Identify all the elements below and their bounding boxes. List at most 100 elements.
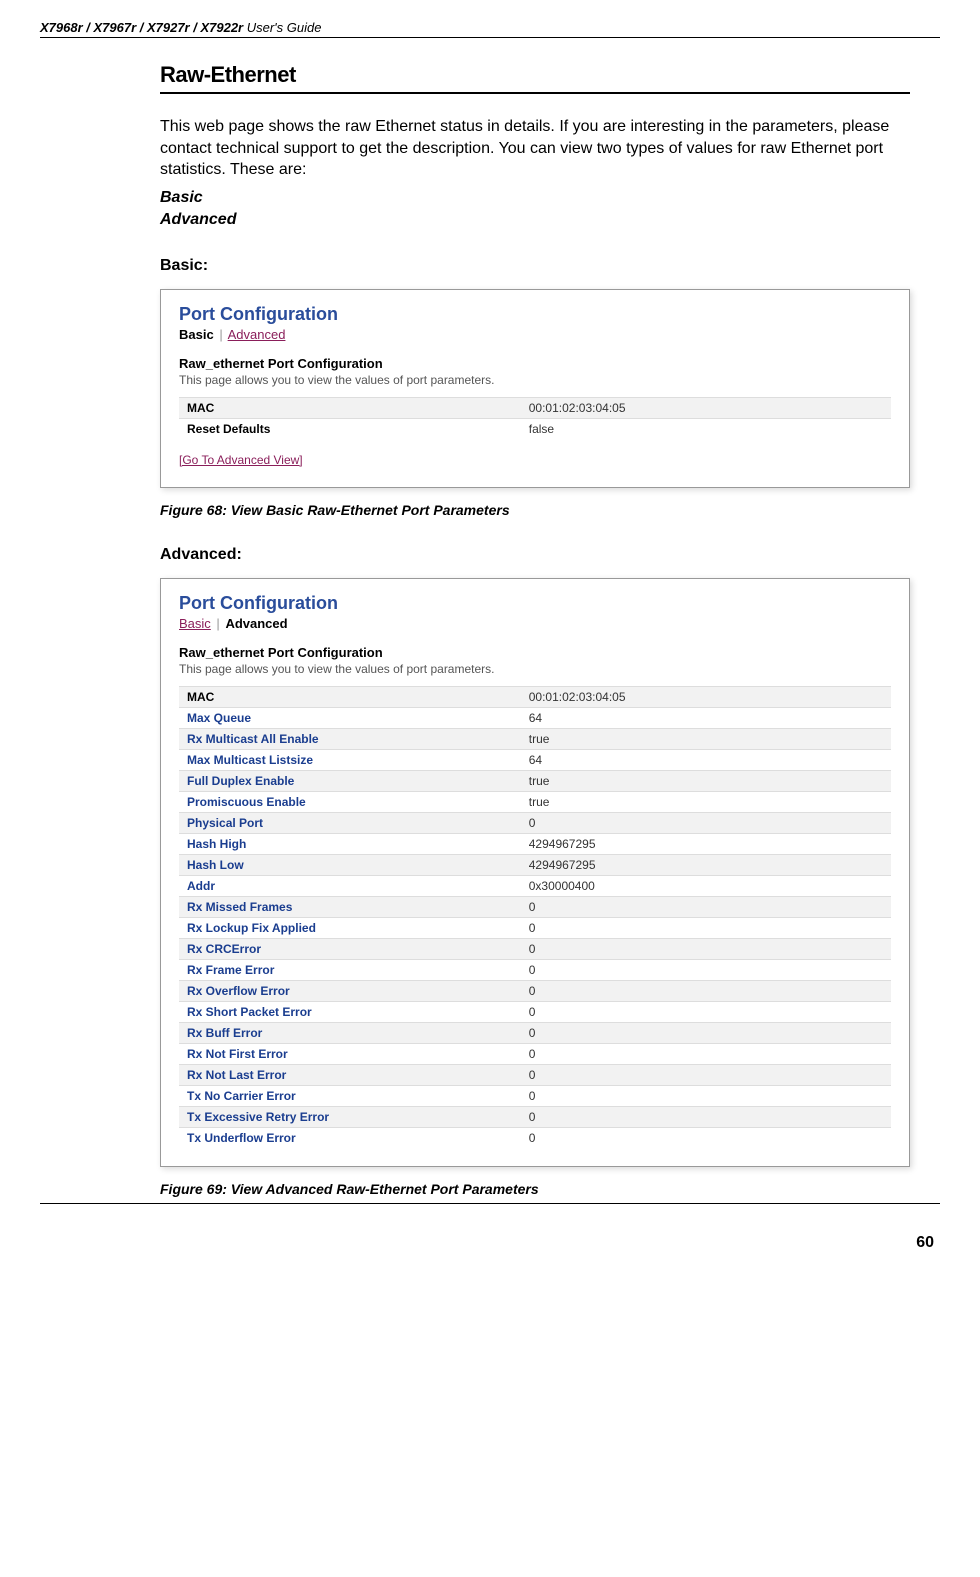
param-label: Addr	[179, 875, 521, 896]
advanced-screenshot: Port Configuration Basic | Advanced Raw_…	[160, 578, 910, 1167]
basic-screenshot: Port Configuration Basic | Advanced Raw_…	[160, 289, 910, 488]
table-row: Rx Not Last Error0	[179, 1064, 891, 1085]
param-label: Rx Buff Error	[179, 1022, 521, 1043]
table-row: Hash High4294967295	[179, 833, 891, 854]
tab-separator-2: |	[216, 616, 219, 631]
tab-advanced-active[interactable]: Advanced	[225, 616, 287, 631]
param-label: Max Queue	[179, 707, 521, 728]
param-label: Hash High	[179, 833, 521, 854]
section-title: Raw-Ethernet	[160, 62, 910, 94]
param-value: 00:01:02:03:04:05	[521, 397, 891, 418]
figure-69-caption: Figure 69: View Advanced Raw-Ethernet Po…	[160, 1181, 910, 1197]
type-basic: Basic	[160, 189, 910, 207]
table-row: Rx CRCError0	[179, 938, 891, 959]
table-row: Rx Multicast All Enabletrue	[179, 728, 891, 749]
table-row: Hash Low4294967295	[179, 854, 891, 875]
param-label: Reset Defaults	[179, 418, 521, 439]
param-value: 0	[521, 1064, 891, 1085]
advanced-tabs: Basic | Advanced	[179, 616, 891, 631]
param-value: 0	[521, 1106, 891, 1127]
advanced-port-config-title: Port Configuration	[179, 593, 891, 614]
param-label: Physical Port	[179, 812, 521, 833]
param-label: Tx Underflow Error	[179, 1127, 521, 1148]
param-value: 0	[521, 896, 891, 917]
table-row: Tx Underflow Error0	[179, 1127, 891, 1148]
table-row: Rx Buff Error0	[179, 1022, 891, 1043]
basic-tabs: Basic | Advanced	[179, 327, 891, 342]
param-value: 64	[521, 749, 891, 770]
goto-advanced-link[interactable]: [Go To Advanced View]	[179, 453, 303, 467]
type-advanced: Advanced	[160, 211, 910, 229]
param-value: 4294967295	[521, 833, 891, 854]
advanced-sub-title: Raw_ethernet Port Configuration	[179, 645, 891, 660]
param-label: Promiscuous Enable	[179, 791, 521, 812]
param-label: Hash Low	[179, 854, 521, 875]
param-label: MAC	[179, 686, 521, 707]
header-models: X7968r / X7967r / X7927r / X7922r	[40, 20, 243, 35]
param-value: true	[521, 770, 891, 791]
param-label: Rx CRCError	[179, 938, 521, 959]
table-row: Addr0x30000400	[179, 875, 891, 896]
param-value: 00:01:02:03:04:05	[521, 686, 891, 707]
advanced-heading: Advanced:	[160, 546, 910, 564]
param-value: 0	[521, 1127, 891, 1148]
tab-advanced-link[interactable]: Advanced	[228, 327, 286, 342]
param-value: 0	[521, 1085, 891, 1106]
table-row: MAC00:01:02:03:04:05	[179, 397, 891, 418]
tab-basic-active[interactable]: Basic	[179, 327, 214, 342]
table-row: Rx Missed Frames0	[179, 896, 891, 917]
basic-sub-title: Raw_ethernet Port Configuration	[179, 356, 891, 371]
header-guide: User's Guide	[243, 20, 321, 35]
param-value: false	[521, 418, 891, 439]
param-label: Rx Overflow Error	[179, 980, 521, 1001]
table-row: Rx Short Packet Error0	[179, 1001, 891, 1022]
param-value: 64	[521, 707, 891, 728]
table-row: Promiscuous Enabletrue	[179, 791, 891, 812]
table-row: MAC00:01:02:03:04:05	[179, 686, 891, 707]
table-row: Tx No Carrier Error0	[179, 1085, 891, 1106]
table-row: Physical Port0	[179, 812, 891, 833]
param-label: Tx Excessive Retry Error	[179, 1106, 521, 1127]
table-row: Rx Frame Error0	[179, 959, 891, 980]
basic-port-config-title: Port Configuration	[179, 304, 891, 325]
advanced-param-table: MAC00:01:02:03:04:05Max Queue64Rx Multic…	[179, 686, 891, 1148]
param-label: Rx Short Packet Error	[179, 1001, 521, 1022]
param-label: Rx Multicast All Enable	[179, 728, 521, 749]
param-value: 0	[521, 959, 891, 980]
param-label: Tx No Carrier Error	[179, 1085, 521, 1106]
main-content: Raw-Ethernet This web page shows the raw…	[160, 62, 910, 1197]
basic-heading: Basic:	[160, 257, 910, 275]
tab-basic-link[interactable]: Basic	[179, 616, 211, 631]
intro-text: This web page shows the raw Ethernet sta…	[160, 116, 910, 181]
table-row: Rx Not First Error0	[179, 1043, 891, 1064]
basic-desc: This page allows you to view the values …	[179, 373, 891, 387]
param-value: 0	[521, 1022, 891, 1043]
table-row: Tx Excessive Retry Error0	[179, 1106, 891, 1127]
param-label: Rx Not First Error	[179, 1043, 521, 1064]
param-label: Max Multicast Listsize	[179, 749, 521, 770]
param-value: 0x30000400	[521, 875, 891, 896]
table-row: Rx Lockup Fix Applied0	[179, 917, 891, 938]
param-value: 0	[521, 1001, 891, 1022]
param-label: Rx Not Last Error	[179, 1064, 521, 1085]
page-number: 60	[40, 1234, 940, 1252]
param-value: 0	[521, 980, 891, 1001]
param-value: true	[521, 791, 891, 812]
page-header: X7968r / X7967r / X7927r / X7922r User's…	[40, 20, 940, 38]
table-row: Full Duplex Enabletrue	[179, 770, 891, 791]
param-value: 0	[521, 917, 891, 938]
param-label: MAC	[179, 397, 521, 418]
param-value: true	[521, 728, 891, 749]
table-row: Max Queue64	[179, 707, 891, 728]
table-row: Reset Defaultsfalse	[179, 418, 891, 439]
param-value: 0	[521, 812, 891, 833]
param-value: 0	[521, 938, 891, 959]
figure-68-caption: Figure 68: View Basic Raw-Ethernet Port …	[160, 502, 910, 518]
page-bottom-rule	[40, 1203, 940, 1204]
param-label: Rx Missed Frames	[179, 896, 521, 917]
param-label: Rx Lockup Fix Applied	[179, 917, 521, 938]
advanced-desc: This page allows you to view the values …	[179, 662, 891, 676]
table-row: Max Multicast Listsize64	[179, 749, 891, 770]
table-row: Rx Overflow Error0	[179, 980, 891, 1001]
tab-separator: |	[219, 327, 222, 342]
